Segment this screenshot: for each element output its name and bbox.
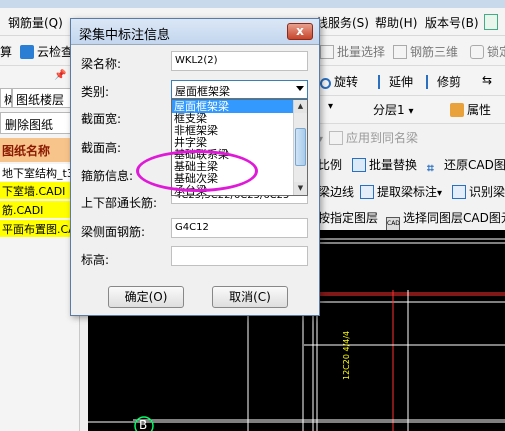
trim-button[interactable]: 修剪 [426, 73, 461, 90]
lock-icon [470, 45, 484, 59]
layer-select[interactable]: 分层1 ▾ [373, 101, 414, 118]
list-item[interactable]: 筋.CADI [0, 201, 80, 218]
side-bar-field[interactable]: G4C12 [171, 218, 308, 238]
calc-button[interactable]: 算 [0, 43, 12, 60]
rebar-3d-icon [393, 45, 407, 59]
scroll-down-icon[interactable]: ▼ [294, 182, 307, 195]
extend-icon [378, 75, 386, 89]
more-tools-icon[interactable]: ⇆ [482, 73, 492, 87]
highlight-ellipse [136, 150, 258, 192]
tab-drawing-floors[interactable]: 图纸楼层 [12, 88, 78, 108]
extend-button[interactable]: 延伸 [378, 73, 413, 90]
list-item[interactable]: 地下室结构_t3 [0, 164, 80, 181]
menu-online-service[interactable]: 线服务(S) [316, 14, 369, 31]
layer-dropdown-arrow-icon[interactable]: ▾ [328, 101, 333, 112]
side-bar-label: 梁侧面钢筋: [81, 225, 146, 239]
extract-label: 提取梁标注 [377, 185, 438, 199]
elevation-field[interactable] [171, 246, 308, 266]
cloud-check-label: 云检查 [37, 45, 74, 59]
extend-label: 延伸 [389, 75, 414, 89]
edge-line-button[interactable]: 梁边线 [318, 183, 354, 200]
category-select[interactable]: 屋面框架梁 [171, 80, 308, 99]
drawing-name-header: 图纸名称 [0, 138, 80, 162]
batch-replace-icon [352, 158, 366, 172]
close-button[interactable]: x [287, 23, 313, 40]
restore-cad-label: 还原CAD图 [444, 158, 505, 172]
batch-select-icon [320, 45, 334, 59]
chevron-down-icon: ▾ [408, 106, 414, 117]
section-width-label: 截面宽: [81, 112, 122, 126]
identify-icon [452, 185, 466, 199]
cloud-check-button[interactable]: 云检查 [20, 43, 73, 60]
ok-button[interactable]: 确定(O) [108, 286, 184, 308]
apply-same-name-label: 应用到同名梁 [346, 131, 419, 145]
menu-help[interactable]: 帮助(H) [375, 14, 417, 31]
scroll-up-icon[interactable]: ▲ [294, 100, 307, 113]
dropdown-scrollbar[interactable]: ▲ ▼ [293, 100, 307, 195]
batch-select-button[interactable]: 批量选择 [320, 43, 385, 60]
lock-label: 锁定 [487, 45, 505, 59]
apply-same-name-button[interactable]: ▾ 应用到同名梁 [318, 129, 418, 146]
apply-icon [329, 131, 344, 145]
through-bar-label: 上下部通长筋: [81, 196, 158, 210]
app-titlebar [0, 0, 505, 8]
tab-tree[interactable]: 树 [0, 88, 16, 108]
beam-name-label: 梁名称: [81, 57, 122, 71]
property-button[interactable]: 属性 [450, 101, 491, 118]
menu-version[interactable]: 版本号(B) [425, 14, 479, 31]
pin-icon[interactable]: 📌 [54, 70, 66, 81]
scroll-thumb[interactable] [295, 128, 306, 166]
property-icon [450, 103, 464, 117]
extract-beam-button[interactable]: 提取梁标注▾ [360, 183, 442, 200]
dialog-titlebar[interactable]: 梁集中标注信息 x [71, 19, 319, 45]
drawing-list-panel: 📌 树 图纸楼层 删除图纸 图纸名称 地下室结构_t3 下室墙.CADI 筋.C… [0, 66, 80, 431]
rotate-label: 旋转 [334, 75, 359, 89]
cancel-button[interactable]: 取消(C) [212, 286, 288, 308]
extract-icon [360, 185, 374, 199]
category-label: 类别: [81, 85, 110, 99]
list-item[interactable]: 平面布置图.CA [0, 220, 80, 237]
rotate-icon [320, 78, 331, 89]
beam-name-field[interactable]: WKL2(2) [171, 51, 308, 71]
trim-label: 修剪 [437, 75, 462, 89]
select-same-layer-button[interactable]: CAD 选择同图层CAD图元 [386, 209, 505, 231]
rotate-button[interactable]: 旋转 [320, 73, 358, 90]
trim-icon [426, 75, 434, 89]
lock-button[interactable]: 锁定 [470, 43, 505, 60]
chevron-down-icon: ▾ [437, 188, 443, 199]
list-item[interactable]: 下室墙.CADI [0, 182, 80, 199]
delete-drawing-button[interactable]: 删除图纸 [0, 112, 72, 134]
rebar-3d-label: 钢筋三维 [410, 45, 459, 59]
identify-beam-button[interactable]: 识别梁 [452, 183, 505, 200]
batch-select-label: 批量选择 [337, 45, 386, 59]
restore-cad-icon: ⌗ [427, 161, 434, 175]
cloud-check-icon [20, 45, 34, 59]
identify-label: 识别梁 [469, 185, 505, 199]
ratio-button[interactable]: 比例 [318, 156, 342, 173]
rebar-3d-button[interactable]: 钢筋三维 [393, 43, 458, 60]
axis-label: B [139, 418, 148, 431]
stirrup-label: 箍筋信息: [81, 169, 134, 183]
rebar-annotation-text: 12C20 4/4/4 [342, 330, 351, 380]
dialog-title: 梁集中标注信息 [79, 28, 171, 43]
restore-cad-button[interactable]: ⌗ 还原CAD图 [427, 156, 505, 175]
menu-rebar-quantity[interactable]: 钢筋量(Q) [8, 14, 63, 31]
document-icon[interactable] [484, 14, 498, 30]
layer-value: 分层1 [373, 103, 405, 117]
category-value: 屋面框架梁 [175, 85, 230, 98]
property-label: 属性 [467, 103, 492, 117]
batch-replace-label: 批量替换 [369, 158, 418, 172]
section-height-label: 截面高: [81, 141, 122, 155]
select-same-layer-label: 选择同图层CAD图元 [403, 211, 505, 225]
elevation-label: 标高: [81, 253, 110, 267]
specify-layer-button[interactable]: 按指定图层 [318, 209, 378, 226]
batch-replace-button[interactable]: 批量替换 [352, 156, 417, 173]
chevron-down-icon[interactable] [296, 86, 304, 91]
cad-icon: CAD [386, 217, 400, 231]
panel-tabs: 树 图纸楼层 [0, 88, 80, 108]
